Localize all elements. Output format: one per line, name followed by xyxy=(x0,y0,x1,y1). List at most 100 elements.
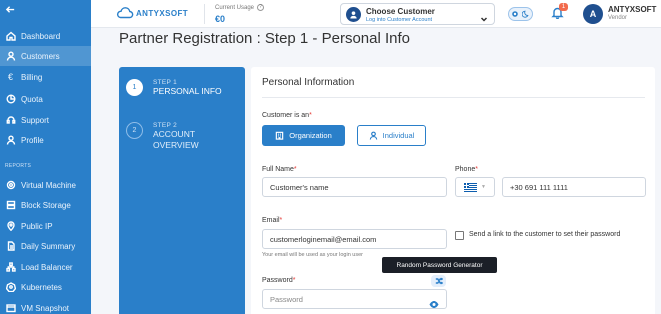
user-icon xyxy=(369,131,377,140)
sidebar-item-label: Quota xyxy=(21,94,43,104)
organization-button-label: Organization xyxy=(289,131,332,140)
sidebar-item-kubernetes[interactable]: Kubernetes xyxy=(0,277,91,297)
step-label: STEP 1 xyxy=(153,79,178,86)
password-label: Password* xyxy=(262,277,296,284)
page-title: Partner Registration : Step 1 - Personal… xyxy=(119,30,410,47)
random-password-button[interactable] xyxy=(431,275,446,287)
sidebar-item-support[interactable]: Support xyxy=(0,110,91,130)
step-2[interactable]: 2 STEP 2 ACCOUNT OVERVIEW xyxy=(126,122,199,151)
sidebar-item-virtual-machine[interactable]: Virtual Machine xyxy=(0,175,91,195)
choose-customer-title: Choose Customer xyxy=(366,7,435,16)
notification-badge: 1 xyxy=(559,3,568,11)
sidebar-item-label: Public IP xyxy=(21,221,53,231)
building-icon xyxy=(275,131,284,140)
sidebar: Dashboard Customers € Billing Quota Supp… xyxy=(0,0,91,314)
choose-customer-subtitle: Log into Customer Account xyxy=(366,17,433,23)
step-1[interactable]: 1 STEP 1 PERSONAL INFO xyxy=(126,79,222,97)
usage-value: €0 xyxy=(215,14,226,24)
sidebar-item-label: VM Snapshot xyxy=(21,303,70,313)
sidebar-item-customers[interactable]: Customers xyxy=(0,46,91,66)
sidebar-item-label: Customers xyxy=(21,51,60,61)
customer-type-label: Customer is an* xyxy=(262,112,312,119)
sidebar-item-label: Load Balancer xyxy=(21,262,73,272)
user-role: Vendor xyxy=(608,15,628,21)
usage-label: Current Usage ? xyxy=(215,4,265,11)
sidebar-item-public-ip[interactable]: Public IP xyxy=(0,216,91,236)
kubernetes-icon xyxy=(5,282,16,293)
theme-toggle[interactable] xyxy=(508,7,533,21)
password-input[interactable]: Password xyxy=(262,289,447,309)
sun-icon xyxy=(511,11,518,17)
top-bar: ANTYXSOFT Current Usage ? €0 Choose Cust… xyxy=(91,0,661,28)
full-name-label: Full Name* xyxy=(262,166,297,173)
steps-panel: 1 STEP 1 PERSONAL INFO 2 STEP 2 ACCOUNT … xyxy=(119,67,245,314)
personal-info-card: Personal Information Customer is an* Org… xyxy=(251,67,655,314)
pie-chart-icon xyxy=(5,94,16,105)
password-label-text: Password xyxy=(262,277,293,284)
logo-text: ANTYXSOFT xyxy=(136,8,189,18)
home-icon xyxy=(5,31,16,42)
vm-icon xyxy=(5,180,16,191)
usage-label-text: Current Usage xyxy=(215,4,255,11)
sidebar-item-billing[interactable]: € Billing xyxy=(0,67,91,87)
user-avatar[interactable]: A xyxy=(583,4,603,24)
user-name: ANTYXSOFT xyxy=(608,5,657,14)
individual-button-label: Individual xyxy=(382,131,415,140)
full-name-label-text: Full Name xyxy=(262,166,294,173)
sidebar-item-label: Kubernetes xyxy=(21,282,62,292)
email-hint: Your email will be used as your login us… xyxy=(262,252,363,258)
sidebar-item-vm-snapshot[interactable]: VM Snapshot xyxy=(0,298,91,314)
email-input[interactable]: customerloginemail@email.com xyxy=(262,229,447,249)
reports-section-label: REPORTS xyxy=(5,163,32,169)
snapshot-icon xyxy=(5,303,16,314)
email-label: Email* xyxy=(262,217,283,224)
sidebar-item-label: Dashboard xyxy=(21,31,61,41)
step-number: 2 xyxy=(126,122,143,139)
network-icon xyxy=(5,262,16,273)
support-icon xyxy=(5,115,16,126)
full-name-input[interactable]: Customer's name xyxy=(262,177,447,197)
choose-customer-dropdown[interactable]: Choose Customer Log into Customer Accoun… xyxy=(340,3,495,25)
logo[interactable]: ANTYXSOFT xyxy=(116,7,188,19)
sidebar-item-label: Daily Summary xyxy=(21,241,76,251)
moon-icon xyxy=(522,10,529,18)
notifications-button[interactable]: 1 xyxy=(551,3,568,20)
help-icon[interactable]: ? xyxy=(257,4,265,11)
sidebar-item-label: Support xyxy=(21,115,50,125)
sidebar-item-label: Virtual Machine xyxy=(21,180,76,190)
customer-type-label-text: Customer is an xyxy=(262,112,310,119)
sidebar-item-label: Block Storage xyxy=(21,200,71,210)
step-title-line-2: OVERVIEW xyxy=(153,140,199,150)
section-title: Personal Information xyxy=(262,77,355,88)
phone-label-text: Phone xyxy=(455,166,476,173)
country-code-select[interactable]: ▼ xyxy=(455,177,495,197)
step-title: PERSONAL INFO xyxy=(153,86,222,96)
step-title: ACCOUNT xyxy=(153,129,196,139)
individual-button[interactable]: Individual xyxy=(357,125,426,146)
chevron-down-icon xyxy=(480,10,488,22)
greece-flag-icon xyxy=(464,182,477,192)
step-number: 1 xyxy=(126,79,143,96)
sidebar-item-load-balancer[interactable]: Load Balancer xyxy=(0,257,91,277)
email-label-text: Email xyxy=(262,217,280,224)
eye-icon[interactable] xyxy=(429,296,440,308)
storage-icon xyxy=(5,200,16,211)
user-icon xyxy=(5,51,16,62)
back-arrow-icon[interactable] xyxy=(5,4,17,16)
sidebar-item-profile[interactable]: Profile xyxy=(0,130,91,150)
customer-avatar-icon xyxy=(346,7,361,22)
send-link-checkbox[interactable] xyxy=(455,231,464,240)
location-icon xyxy=(5,221,16,232)
sidebar-item-label: Profile xyxy=(21,135,44,145)
sidebar-item-dashboard[interactable]: Dashboard xyxy=(0,26,91,46)
send-link-label: Send a link to the customer to set their… xyxy=(469,231,621,238)
sidebar-item-daily-summary[interactable]: Daily Summary xyxy=(0,236,91,256)
password-generator-tooltip: Random Password Generator xyxy=(382,257,497,273)
sidebar-item-label: Billing xyxy=(21,72,43,82)
profile-icon xyxy=(5,135,16,146)
sidebar-item-quota[interactable]: Quota xyxy=(0,89,91,109)
phone-input[interactable]: +30 691 111 1111 xyxy=(502,177,646,197)
shuffle-icon xyxy=(435,277,443,285)
organization-button[interactable]: Organization xyxy=(262,125,345,146)
sidebar-item-block-storage[interactable]: Block Storage xyxy=(0,195,91,215)
